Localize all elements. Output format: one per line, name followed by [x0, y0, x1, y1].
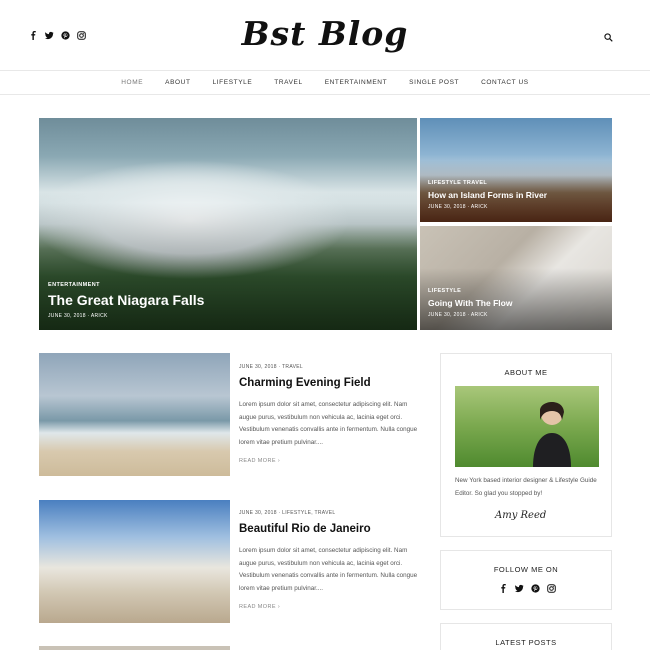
pinterest-icon[interactable]: [531, 584, 540, 593]
main-nav: HOME ABOUT LIFESTYLE TRAVEL ENTERTAINMEN…: [0, 71, 650, 95]
nav-contact-us[interactable]: CONTACT US: [481, 79, 529, 86]
post-image-rio[interactable]: [39, 500, 230, 623]
post-meta: JUNE 30, 2018 · LIFESTYLE, TRAVEL: [239, 510, 336, 516]
hero-title[interactable]: How an Island Forms in River: [428, 190, 547, 200]
post-excerpt: Lorem ipsum dolor sit amet, consectetur …: [239, 401, 418, 446]
post-title[interactable]: Beautiful Rio de Janeiro: [239, 523, 419, 535]
twitter-icon[interactable]: [515, 584, 524, 593]
read-more-link[interactable]: READ MORE ›: [239, 458, 280, 464]
widget-title: ABOUT ME: [504, 368, 548, 377]
follow-icons: [499, 584, 556, 593]
instagram-icon[interactable]: [547, 584, 556, 593]
about-text: New York based interior designer & Lifes…: [455, 477, 597, 497]
hero-category[interactable]: LIFESTYLE TRAVEL: [428, 180, 487, 186]
search-icon[interactable]: [604, 33, 613, 42]
hero-overlay: [39, 202, 417, 330]
hero-category[interactable]: LIFESTYLE: [428, 288, 461, 294]
nav-entertainment[interactable]: ENTERTAINMENT: [325, 79, 387, 86]
nav-travel[interactable]: TRAVEL: [274, 79, 302, 86]
post-meta: JUNE 30, 2018 · TRAVEL: [239, 364, 303, 370]
read-more-link[interactable]: READ MORE ›: [239, 604, 280, 610]
chevron-right-icon: ›: [277, 604, 281, 610]
hero-title[interactable]: Going With The Flow: [428, 298, 512, 308]
hero-post-flow[interactable]: LIFESTYLE Going With The Flow JUNE 30, 2…: [420, 226, 612, 330]
post-image-evening-field[interactable]: [39, 353, 230, 476]
site-logo[interactable]: Bst Blog: [0, 14, 650, 53]
signature: Amy Reed: [495, 510, 547, 521]
widget-title: LATEST POSTS: [495, 638, 557, 647]
post-excerpt: Lorem ipsum dolor sit amet, consectetur …: [239, 547, 418, 592]
read-more-label: READ MORE: [239, 604, 276, 610]
nav-single-post[interactable]: SINGLE POST: [409, 79, 459, 86]
post-item: JUNE 30, 2018 · TRAVEL Charming Evening …: [239, 364, 419, 467]
hero-meta: JUNE 30, 2018 · ARICK: [48, 313, 108, 319]
author-photo: [455, 386, 599, 467]
nav-lifestyle[interactable]: LIFESTYLE: [213, 79, 253, 86]
post-item: JUNE 30, 2018 · LIFESTYLE, TRAVEL Beauti…: [239, 510, 419, 613]
widget-title: FOLLOW ME ON: [493, 565, 559, 574]
hero-post-main[interactable]: ENTERTAINMENT The Great Niagara Falls JU…: [39, 118, 417, 330]
post-image-next[interactable]: [39, 646, 230, 650]
author-figure: [533, 402, 571, 467]
hero-meta: JUNE 30, 2018 · ARICK: [428, 312, 488, 318]
chevron-right-icon: ›: [277, 458, 281, 464]
hero-title[interactable]: The Great Niagara Falls: [48, 292, 204, 308]
hero-category[interactable]: ENTERTAINMENT: [48, 282, 100, 288]
site-header: Bst Blog: [0, 0, 650, 71]
hero-post-island[interactable]: LIFESTYLE TRAVEL How an Island Forms in …: [420, 118, 612, 222]
follow-widget: FOLLOW ME ON: [440, 550, 612, 610]
latest-posts-widget: LATEST POSTS: [440, 623, 612, 650]
post-title[interactable]: Charming Evening Field: [239, 377, 419, 389]
facebook-icon[interactable]: [499, 584, 508, 593]
read-more-label: READ MORE: [239, 458, 276, 464]
hero-meta: JUNE 30, 2018 · ARICK: [428, 204, 488, 210]
nav-about[interactable]: ABOUT: [165, 79, 190, 86]
about-me-widget: ABOUT ME New York based interior designe…: [440, 353, 612, 537]
nav-home[interactable]: HOME: [121, 79, 143, 86]
